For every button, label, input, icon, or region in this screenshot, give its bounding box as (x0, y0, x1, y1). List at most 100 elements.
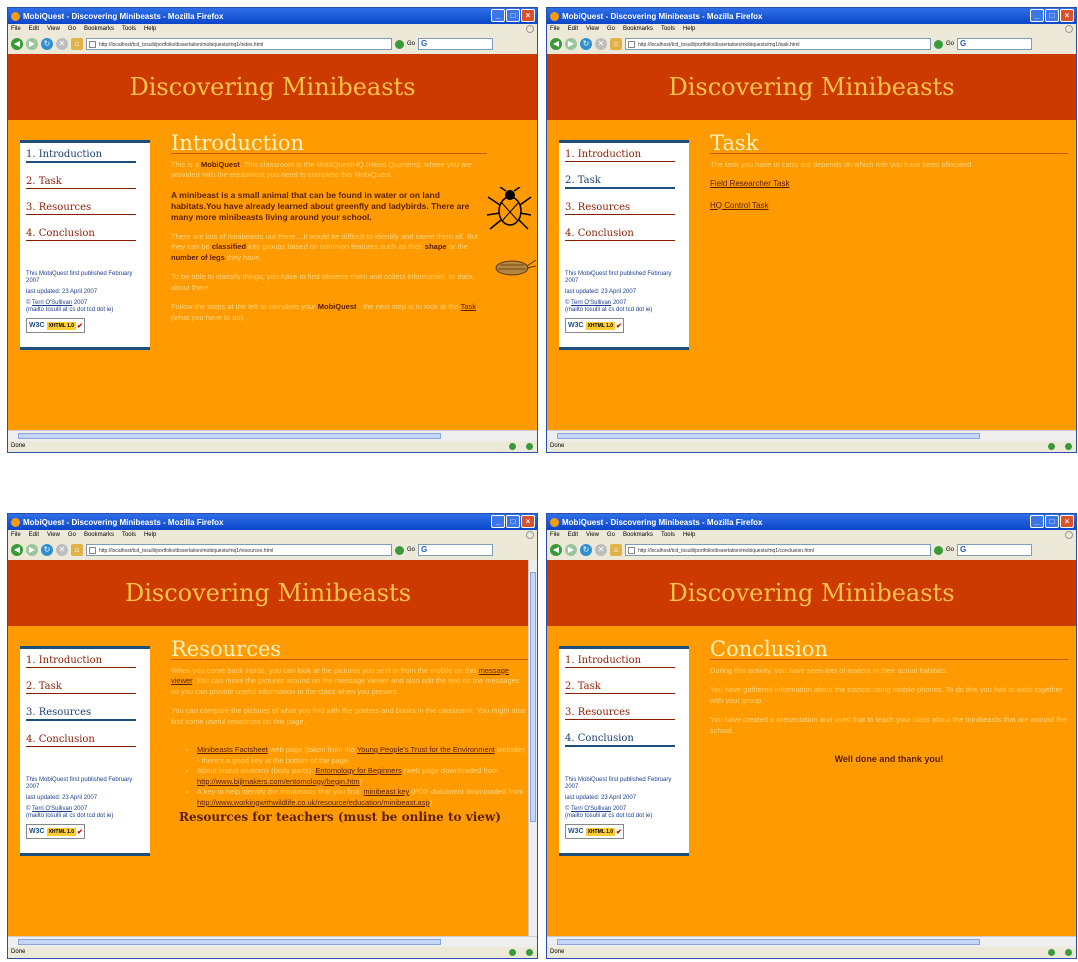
horizontal-scrollbar[interactable] (8, 430, 537, 441)
back-button[interactable]: ◀ (550, 38, 562, 50)
close-button[interactable]: × (521, 515, 535, 528)
back-button[interactable]: ◀ (550, 544, 562, 556)
menu-tools[interactable]: Tools (122, 26, 136, 32)
back-button[interactable]: ◀ (11, 38, 23, 50)
nav-conclusion[interactable]: 4. Conclusion (26, 734, 136, 747)
close-button[interactable]: × (1060, 9, 1074, 22)
minimize-button[interactable]: _ (1030, 515, 1044, 528)
nav-resources[interactable]: 3. Resources (565, 707, 675, 720)
menu-file[interactable]: File (550, 532, 560, 538)
menu-file[interactable]: File (11, 532, 21, 538)
nav-conclusion[interactable]: 4. Conclusion (565, 733, 675, 747)
maximize-button[interactable]: □ (1045, 515, 1059, 528)
nav-resources[interactable]: 3. Resources (565, 202, 675, 215)
menu-help[interactable]: Help (144, 26, 156, 32)
go-label[interactable]: Go (946, 41, 954, 47)
nav-task[interactable]: 2. Task (565, 681, 675, 694)
author-link[interactable]: Terri O'Sullivan (32, 300, 72, 306)
forward-button[interactable]: ▶ (26, 38, 38, 50)
address-bar[interactable]: http://localhost/tcd_tosulli/portfolio/d… (86, 38, 392, 50)
reload-button[interactable]: ↻ (580, 38, 592, 50)
home-button[interactable]: ⌂ (71, 544, 83, 556)
horizontal-scrollbar[interactable] (547, 936, 1076, 947)
horizontal-scrollbar[interactable] (8, 936, 537, 947)
search-input[interactable] (418, 38, 494, 50)
close-button[interactable]: × (1060, 515, 1074, 528)
menu-go[interactable]: Go (607, 532, 615, 538)
nav-introduction[interactable]: 1. Introduction (26, 655, 136, 668)
menu-view[interactable]: View (47, 26, 60, 32)
nav-task[interactable]: 2. Task (26, 176, 136, 189)
home-button[interactable]: ⌂ (610, 38, 622, 50)
horizontal-scrollbar[interactable] (547, 430, 1076, 441)
home-button[interactable]: ⌂ (610, 544, 622, 556)
menu-edit[interactable]: Edit (568, 26, 578, 32)
author-link[interactable]: Terri O'Sullivan (571, 806, 611, 812)
reload-button[interactable]: ↻ (580, 544, 592, 556)
forward-button[interactable]: ▶ (565, 544, 577, 556)
author-link[interactable]: Terri O'Sullivan (571, 300, 611, 306)
menu-bookmarks[interactable]: Bookmarks (623, 26, 653, 32)
go-icon[interactable] (934, 545, 943, 555)
back-button[interactable]: ◀ (11, 544, 23, 556)
minibeast-key-link[interactable]: minibeast key (363, 787, 409, 796)
go-icon[interactable] (934, 39, 943, 49)
go-icon[interactable] (395, 545, 404, 555)
w3c-xhtml-badge[interactable]: W3C XHTML 1.0 ✔ (565, 824, 624, 839)
search-input[interactable] (957, 544, 1033, 556)
minimize-button[interactable]: _ (491, 9, 505, 22)
menu-edit[interactable]: Edit (29, 26, 39, 32)
minimize-button[interactable]: _ (491, 515, 505, 528)
maximize-button[interactable]: □ (506, 515, 520, 528)
search-input[interactable] (957, 38, 1033, 50)
title-bar[interactable]: MobiQuest - Discovering Minibeasts - Moz… (8, 514, 537, 530)
menu-view[interactable]: View (586, 26, 599, 32)
menu-help[interactable]: Help (144, 532, 156, 538)
menu-edit[interactable]: Edit (568, 532, 578, 538)
menu-tools[interactable]: Tools (661, 532, 675, 538)
menu-file[interactable]: File (550, 26, 560, 32)
stop-button[interactable]: ✕ (56, 544, 68, 556)
entomology-link[interactable]: Entomology for Beginners (315, 766, 401, 775)
stop-button[interactable]: ✕ (595, 544, 607, 556)
nav-introduction[interactable]: 1. Introduction (565, 149, 675, 162)
menu-help[interactable]: Help (683, 26, 695, 32)
menu-bookmarks[interactable]: Bookmarks (84, 532, 114, 538)
menu-file[interactable]: File (11, 26, 21, 32)
workingwithwildlife-link[interactable]: http://www.workingwithwildlife.co.uk/res… (197, 798, 430, 807)
menu-go[interactable]: Go (607, 26, 615, 32)
menu-help[interactable]: Help (683, 532, 695, 538)
title-bar[interactable]: MobiQuest - Discovering Minibeasts - Moz… (8, 8, 537, 24)
minibeasts-factsheet-link[interactable]: Minibeasts Factsheet (197, 745, 268, 754)
w3c-xhtml-badge[interactable]: W3C XHTML 1.0 ✔ (565, 318, 624, 333)
stop-button[interactable]: ✕ (56, 38, 68, 50)
w3c-xhtml-badge[interactable]: W3C XHTML 1.0 ✔ (26, 318, 85, 333)
home-button[interactable]: ⌂ (71, 38, 83, 50)
address-bar[interactable]: http://localhost/tcd_tosulli/portfolio/d… (625, 544, 931, 556)
field-researcher-task-link[interactable]: Field Researcher Task (710, 179, 1068, 190)
menu-tools[interactable]: Tools (661, 26, 675, 32)
menu-go[interactable]: Go (68, 26, 76, 32)
search-input[interactable] (418, 544, 494, 556)
vertical-scrollbar[interactable] (528, 560, 537, 936)
menu-bookmarks[interactable]: Bookmarks (623, 532, 653, 538)
go-label[interactable]: Go (407, 547, 415, 553)
w3c-xhtml-badge[interactable]: W3C XHTML 1.0 ✔ (26, 824, 85, 839)
nav-task[interactable]: 2. Task (565, 175, 675, 189)
minimize-button[interactable]: _ (1030, 9, 1044, 22)
nav-conclusion[interactable]: 4. Conclusion (26, 228, 136, 241)
maximize-button[interactable]: □ (1045, 9, 1059, 22)
address-bar[interactable]: http://localhost/tcd_tosulli/portfolio/d… (625, 38, 931, 50)
menu-go[interactable]: Go (68, 532, 76, 538)
nav-conclusion[interactable]: 4. Conclusion (565, 228, 675, 241)
title-bar[interactable]: MobiQuest - Discovering Minibeasts - Moz… (547, 8, 1076, 24)
go-icon[interactable] (395, 39, 404, 49)
menu-view[interactable]: View (586, 532, 599, 538)
maximize-button[interactable]: □ (506, 9, 520, 22)
task-link[interactable]: Task (461, 302, 476, 311)
hq-control-task-link[interactable]: HQ Control Task (710, 201, 1068, 212)
go-label[interactable]: Go (946, 547, 954, 553)
reload-button[interactable]: ↻ (41, 544, 53, 556)
nav-introduction[interactable]: 1. Introduction (26, 149, 136, 163)
menu-edit[interactable]: Edit (29, 532, 39, 538)
